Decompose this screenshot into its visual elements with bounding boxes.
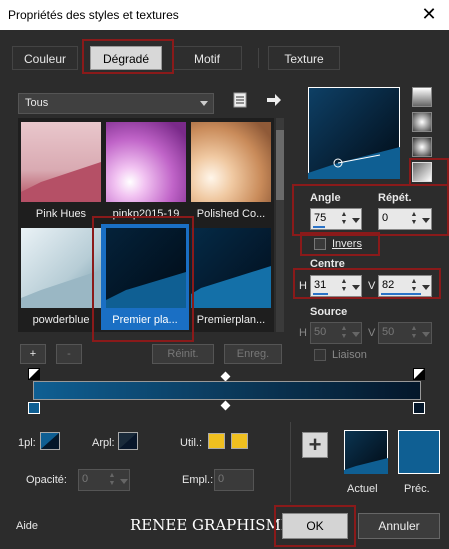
midpoint-marker[interactable] — [220, 400, 231, 411]
save-gradient-button[interactable]: Enreg. — [224, 344, 282, 364]
bg-stop-marker[interactable] — [28, 402, 40, 414]
gradient-label: powderblue — [32, 314, 90, 326]
bg-swatch[interactable] — [118, 432, 138, 450]
help-link[interactable]: Aide — [16, 520, 38, 532]
tab-texture[interactable]: Texture — [268, 46, 340, 70]
util-label: Util.: — [180, 437, 202, 449]
gradient-preview[interactable] — [308, 87, 400, 179]
vertical-divider — [290, 422, 291, 502]
tab-couleur[interactable]: Couleur — [12, 46, 78, 70]
add-gradient-button[interactable]: + — [20, 344, 46, 364]
fg-stop-marker[interactable] — [413, 368, 425, 380]
watermark-text: RENEE GRAPHISME — [130, 516, 292, 534]
spin-up-down-icon[interactable]: ▲ ▼ — [107, 472, 117, 488]
category-dropdown[interactable]: Tous — [18, 93, 214, 114]
highlight-frame-center — [293, 268, 441, 299]
bg-stop-marker[interactable] — [413, 402, 425, 414]
arrow-right-icon[interactable] — [266, 93, 282, 107]
opacity-label: Opacité: — [26, 474, 67, 486]
gradient-label: Pink Hues — [35, 208, 87, 220]
library-scrollbar-thumb[interactable] — [276, 130, 284, 200]
current-gradient-swatch[interactable] — [344, 430, 388, 474]
opacity-stepper[interactable]: 0 ▲ ▼ — [78, 469, 130, 491]
previous-color-swatch[interactable] — [398, 430, 440, 474]
spin-up-down-icon[interactable]: ▲ ▼ — [409, 325, 419, 341]
opacity-value: 0 — [82, 473, 89, 485]
source-h-label: H — [299, 327, 307, 339]
reset-button[interactable]: Réinit. — [152, 344, 214, 364]
highlight-frame-selection — [92, 216, 194, 342]
source-v-label: V — [368, 327, 376, 339]
spin-up-down-icon[interactable]: ▲ ▼ — [339, 325, 349, 341]
rectangular-style-button[interactable] — [412, 112, 432, 132]
chevron-down-icon[interactable] — [351, 325, 361, 341]
cancel-button[interactable]: Annuler — [358, 513, 440, 539]
close-icon[interactable]: ✕ — [417, 3, 441, 27]
location-label: Empl.: — [182, 474, 214, 486]
fg-label: 1pl: — [18, 437, 36, 449]
midpoint-marker[interactable] — [220, 371, 231, 382]
fg-stop-marker[interactable] — [28, 368, 40, 380]
highlight-frame-tab — [82, 39, 174, 74]
tab-motif[interactable]: Motif — [172, 46, 242, 70]
source-h-stepper[interactable]: 50 ▲ ▼ — [310, 322, 362, 344]
linear-style-button[interactable] — [412, 87, 432, 107]
highlight-frame-angle — [292, 184, 449, 236]
source-h-value: 50 — [314, 326, 327, 338]
highlight-frame-style — [409, 158, 449, 186]
location-input[interactable]: 0 — [214, 469, 254, 491]
bg-label: Arpl: — [92, 437, 115, 449]
sunburst-style-button[interactable] — [412, 137, 432, 157]
util-swatch-2[interactable] — [231, 433, 248, 449]
source-v-stepper[interactable]: 50 ▲ ▼ — [378, 322, 432, 344]
util-swatch-1[interactable] — [208, 433, 225, 449]
category-value: Tous — [25, 97, 49, 109]
previous-label: Préc. — [404, 483, 430, 495]
highlight-frame-ok — [274, 505, 356, 547]
chevron-down-icon[interactable] — [421, 325, 431, 341]
fg-swatch[interactable] — [40, 432, 60, 450]
chevron-down-icon — [200, 101, 208, 106]
source-v-value: 50 — [382, 326, 395, 338]
link-checkbox[interactable] — [314, 349, 326, 361]
link-label: Liaison — [332, 349, 367, 361]
gradient-thumb-polished-copper[interactable] — [191, 122, 271, 202]
gradient-thumb-powderblue[interactable] — [21, 228, 101, 308]
gradient-thumb-premierplan[interactable] — [191, 228, 271, 308]
gradient-thumb-pink-hues[interactable] — [21, 122, 101, 202]
gradient-thumb-pinkp2015[interactable] — [106, 122, 186, 202]
gradient-label: Polished Co... — [196, 208, 266, 220]
current-label: Actuel — [347, 483, 378, 495]
remove-gradient-button[interactable]: - — [56, 344, 82, 364]
location-value: 0 — [218, 473, 225, 485]
gradient-label: Premierplan... — [196, 314, 266, 326]
highlight-frame-invert — [300, 232, 380, 256]
library-file-icon[interactable] — [232, 92, 248, 108]
chevron-down-icon[interactable] — [119, 472, 129, 488]
source-label: Source — [310, 306, 348, 318]
add-swatch-button[interactable]: + — [302, 432, 328, 458]
tab-divider — [258, 48, 259, 68]
window-title: Propriétés des styles et textures — [8, 8, 179, 22]
title-bar: Propriétés des styles et textures ✕ — [0, 0, 449, 30]
gradient-editor-bar[interactable] — [33, 381, 421, 400]
